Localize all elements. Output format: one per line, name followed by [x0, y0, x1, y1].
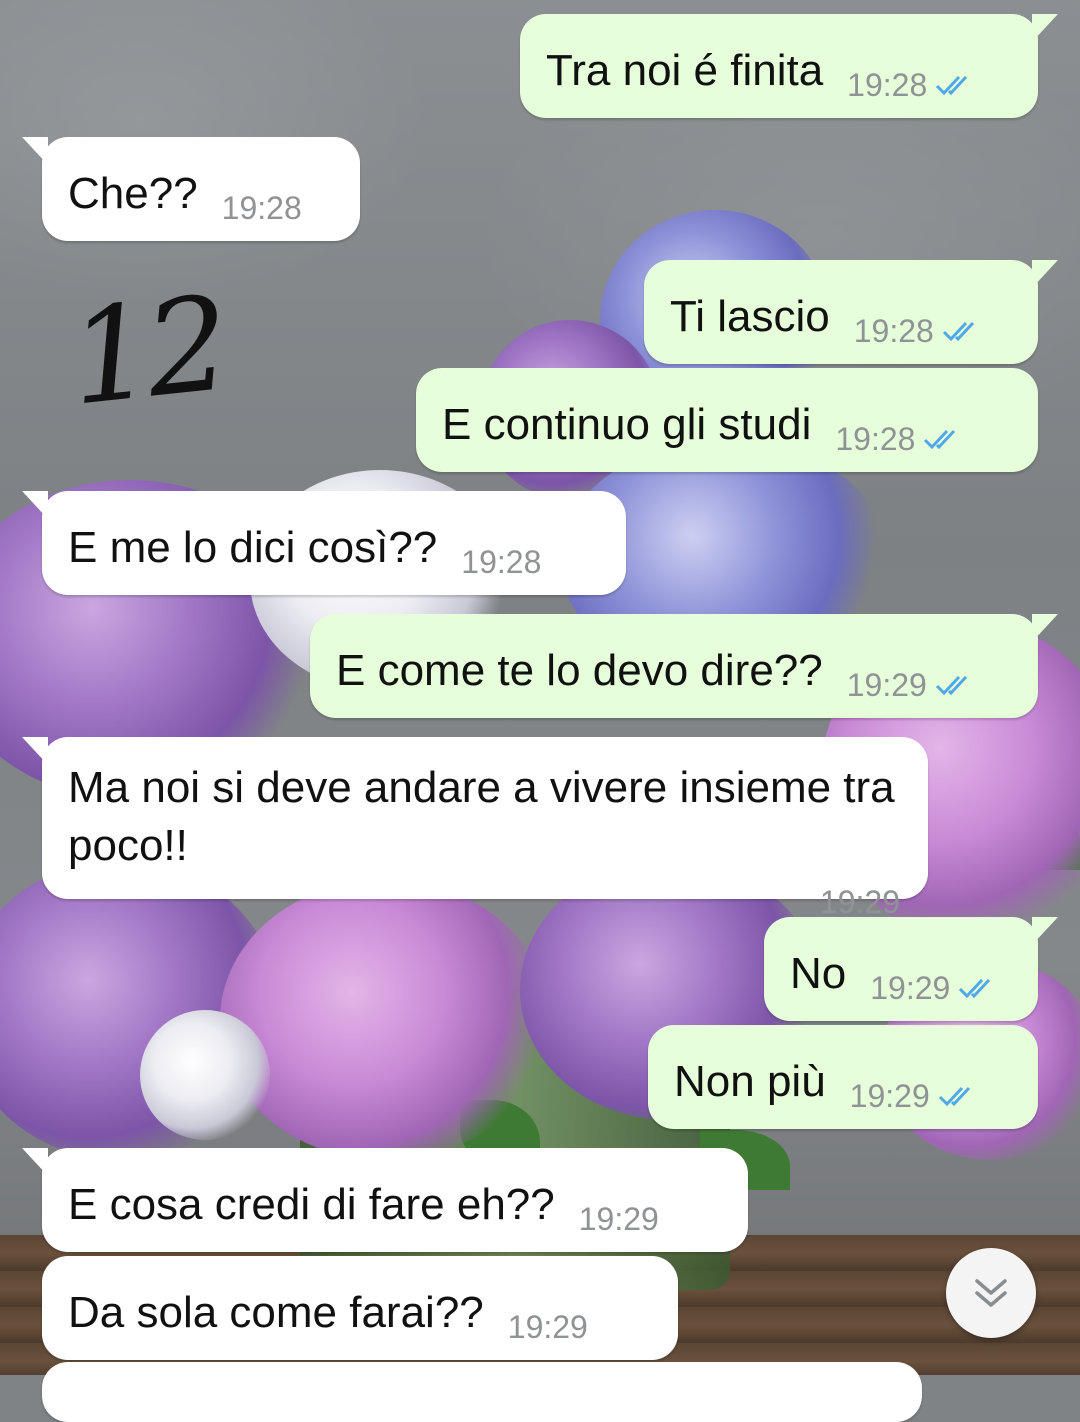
message-time: 19:29: [507, 1309, 588, 1345]
double-check-icon: [942, 321, 974, 342]
double-check-icon: [938, 1086, 970, 1107]
message-time: 19:29: [870, 970, 951, 1006]
message-meta: 19:29: [579, 1190, 659, 1248]
message-meta: 19:29: [870, 959, 1004, 1017]
message-text: E me lo dici così??: [68, 523, 438, 572]
message-text: E come te lo devo dire??: [336, 646, 823, 695]
message-meta: 19:28: [222, 179, 302, 237]
message-time: 19:29: [846, 667, 927, 703]
message-text: Ma noi si deve andare a vivere insieme t…: [68, 763, 907, 870]
message-text: Che??: [68, 169, 198, 218]
incoming-message-partial[interactable]: [42, 1362, 922, 1422]
incoming-message[interactable]: E me lo dici così?? 19:28: [22, 491, 626, 595]
incoming-message[interactable]: Ma noi si deve andare a vivere insieme t…: [22, 737, 928, 920]
message-text: Non più: [674, 1057, 826, 1106]
handwritten-number: 12: [62, 267, 231, 435]
double-check-icon: [936, 75, 968, 96]
message-meta: 19:29: [508, 1298, 588, 1356]
message-time: 19:28: [847, 67, 928, 103]
incoming-message[interactable]: Che?? 19:28: [22, 137, 360, 241]
message-time: 19:28: [221, 190, 302, 226]
outgoing-message[interactable]: No 19:29: [764, 917, 1058, 1021]
outgoing-message[interactable]: E continuo gli studi 19:28: [416, 368, 1038, 472]
outgoing-message[interactable]: E come te lo devo dire?? 19:29: [310, 614, 1058, 718]
double-check-icon: [935, 675, 967, 696]
message-text: Da sola come farai??: [68, 1288, 484, 1337]
incoming-message[interactable]: E cosa credi di fare eh?? 19:29: [22, 1148, 748, 1252]
message-meta: 19:29: [847, 656, 981, 714]
message-time: 19:28: [461, 544, 542, 580]
message-meta: 19:28: [854, 302, 988, 360]
message-meta: 19:28: [461, 533, 541, 591]
message-meta: 19:28: [847, 56, 981, 114]
message-text: No: [790, 949, 847, 998]
wallpaper-lilac: [220, 880, 550, 1160]
message-time: 19:29: [578, 1201, 659, 1237]
double-check-icon: [959, 978, 991, 999]
message-time: 19:28: [853, 313, 934, 349]
message-meta: 19:28: [835, 410, 969, 468]
message-text: E cosa credi di fare eh??: [68, 1180, 555, 1229]
incoming-message[interactable]: Da sola come farai?? 19:29: [42, 1256, 678, 1360]
message-time: 19:28: [835, 421, 916, 457]
message-text: E continuo gli studi: [442, 400, 812, 449]
scroll-to-bottom-button[interactable]: [946, 1248, 1036, 1338]
double-check-icon: [924, 429, 956, 450]
double-chevron-down-icon: [975, 1279, 1007, 1307]
wallpaper-lilac: [140, 1010, 270, 1140]
message-text: Tra noi é finita: [546, 46, 824, 95]
outgoing-message[interactable]: Tra noi é finita 19:28: [520, 14, 1058, 118]
message-text: Ti lascio: [670, 292, 830, 341]
message-time: 19:29: [849, 1078, 930, 1114]
outgoing-message[interactable]: Ti lascio 19:28: [644, 260, 1058, 364]
message-meta: 19:29: [850, 1067, 984, 1125]
outgoing-message[interactable]: Non più 19:29: [648, 1025, 1038, 1129]
